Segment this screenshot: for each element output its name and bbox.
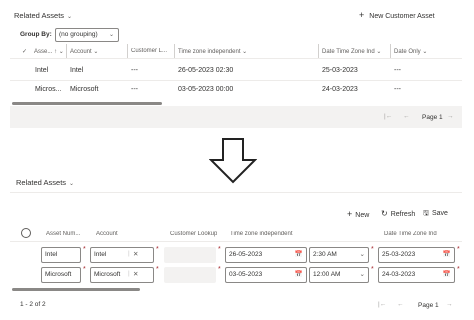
calendar-icon[interactable]: 📅 bbox=[443, 270, 451, 278]
cell-customer-lookup: --- bbox=[131, 67, 138, 74]
first-page-icon[interactable]: |← bbox=[384, 113, 392, 120]
column-header-date-time-zone-ind[interactable]: Date Time Zone Ind bbox=[384, 231, 437, 237]
cell-date-only: --- bbox=[394, 67, 401, 74]
date-time-zone-ind-field[interactable]: 25-03-2023 📅 bbox=[378, 247, 455, 263]
first-page-icon[interactable]: |← bbox=[378, 301, 386, 308]
plus-icon: + bbox=[359, 10, 365, 20]
page-indicator: Page 1 bbox=[422, 114, 443, 121]
group-by-select[interactable]: (no grouping) ⌄ bbox=[55, 28, 119, 42]
cell-date-time-zone-ind: 24-03-2023 bbox=[322, 86, 358, 93]
top-section-title[interactable]: Related Assets ⌄ bbox=[14, 11, 72, 20]
close-icon[interactable]: ✕ bbox=[133, 270, 138, 278]
column-header-time-zone-independent[interactable]: Time zone independent ⌄ bbox=[178, 48, 316, 55]
chevron-down-icon: ⌄ bbox=[67, 14, 73, 20]
column-header-asset-number[interactable]: Asset Num... bbox=[46, 231, 80, 237]
new-button[interactable]: + New bbox=[347, 209, 369, 219]
column-header-date-only[interactable]: Date Only ⌄ bbox=[394, 48, 454, 55]
arrow-down-icon bbox=[209, 138, 257, 184]
column-header-date-time-zone-ind[interactable]: Date Time Zone Ind ⌄ bbox=[322, 48, 388, 55]
column-header-customer-lookup[interactable]: Customer L... bbox=[131, 48, 171, 54]
bottom-section-title[interactable]: Related Assets ⌄ bbox=[16, 178, 74, 187]
cell-time-zone-independent: 03-05-2023 00:00 bbox=[178, 86, 234, 93]
next-page-icon[interactable]: → bbox=[447, 113, 454, 120]
sort-up-icon: ↑ bbox=[54, 49, 58, 55]
close-icon[interactable]: ✕ bbox=[133, 250, 138, 258]
cell-date-only: --- bbox=[394, 86, 401, 93]
save-button[interactable]: 🖫 Save bbox=[423, 209, 448, 220]
cell-customer-lookup: --- bbox=[131, 86, 138, 93]
horizontal-scrollbar[interactable] bbox=[12, 288, 140, 291]
calendar-icon[interactable]: 📅 bbox=[295, 250, 303, 258]
select-all-checkbox[interactable]: ✓ bbox=[22, 48, 27, 55]
chevron-down-icon: ⌄ bbox=[58, 49, 64, 55]
select-all-radio[interactable] bbox=[21, 228, 31, 238]
date-time-zone-ind-field[interactable]: 24-03-2023 📅 bbox=[378, 267, 455, 283]
customer-lookup-field bbox=[164, 247, 216, 263]
horizontal-scrollbar[interactable] bbox=[12, 102, 162, 105]
chevron-down-icon[interactable]: ⌄ bbox=[360, 250, 365, 258]
calendar-icon[interactable]: 📅 bbox=[443, 250, 451, 258]
account-lookup-field[interactable]: Microsoft | ✕ bbox=[90, 267, 154, 283]
top-grid-footer bbox=[10, 106, 462, 128]
column-header-account[interactable]: Account bbox=[96, 231, 118, 237]
record-count: 1 - 2 of 2 bbox=[20, 301, 46, 308]
cell-asset[interactable]: Intel bbox=[35, 67, 48, 74]
previous-page-icon[interactable]: ← bbox=[397, 301, 404, 308]
date-field[interactable]: 03-05-2023 📅 bbox=[225, 267, 307, 283]
cell-asset[interactable]: Micros... bbox=[35, 86, 61, 93]
column-header-account[interactable]: Account ⌄ bbox=[70, 48, 126, 55]
asset-number-field[interactable]: Intel bbox=[41, 247, 81, 263]
chevron-down-icon[interactable]: ⌄ bbox=[360, 270, 365, 278]
chevron-down-icon: ⌄ bbox=[376, 49, 382, 55]
customer-lookup-field bbox=[164, 267, 216, 283]
chevron-down-icon: ⌄ bbox=[69, 181, 75, 187]
column-header-customer-lookup[interactable]: Customer Lookup bbox=[170, 231, 217, 237]
chevron-down-icon: ⌄ bbox=[93, 49, 99, 55]
chevron-down-icon: ⌄ bbox=[422, 49, 428, 55]
group-by-label: Group By: bbox=[20, 31, 52, 38]
date-field[interactable]: 26-05-2023 📅 bbox=[225, 247, 307, 263]
account-lookup-field[interactable]: Intel | ✕ bbox=[90, 247, 154, 263]
next-page-icon[interactable]: → bbox=[446, 301, 453, 308]
save-icon: 🖫 bbox=[423, 210, 429, 217]
page-indicator: Page 1 bbox=[418, 302, 439, 309]
asset-number-field[interactable]: Microsoft bbox=[41, 267, 81, 283]
chevron-down-icon: ⌄ bbox=[242, 49, 248, 55]
column-header-asset[interactable]: Asse... ↑ ⌄ bbox=[34, 48, 64, 55]
refresh-icon: ↻ bbox=[381, 209, 388, 218]
previous-page-icon[interactable]: ← bbox=[403, 113, 410, 120]
cell-account[interactable]: Intel bbox=[70, 67, 83, 74]
time-field[interactable]: 12:00 AM ⌄ bbox=[309, 267, 369, 283]
cell-date-time-zone-ind: 25-03-2023 bbox=[322, 67, 358, 74]
time-field[interactable]: 2:30 AM ⌄ bbox=[309, 247, 369, 263]
chevron-down-icon: ⌄ bbox=[108, 32, 114, 38]
plus-icon: + bbox=[347, 209, 353, 219]
new-customer-asset-button[interactable]: + New Customer Asset bbox=[359, 10, 435, 20]
calendar-icon[interactable]: 📅 bbox=[295, 270, 303, 278]
column-header-time-zone-independent[interactable]: Time zone independent bbox=[230, 231, 293, 237]
cell-account[interactable]: Microsoft bbox=[70, 86, 98, 93]
refresh-button[interactable]: ↻ Refresh bbox=[381, 209, 415, 218]
cell-time-zone-independent: 26-05-2023 02:30 bbox=[178, 67, 234, 74]
